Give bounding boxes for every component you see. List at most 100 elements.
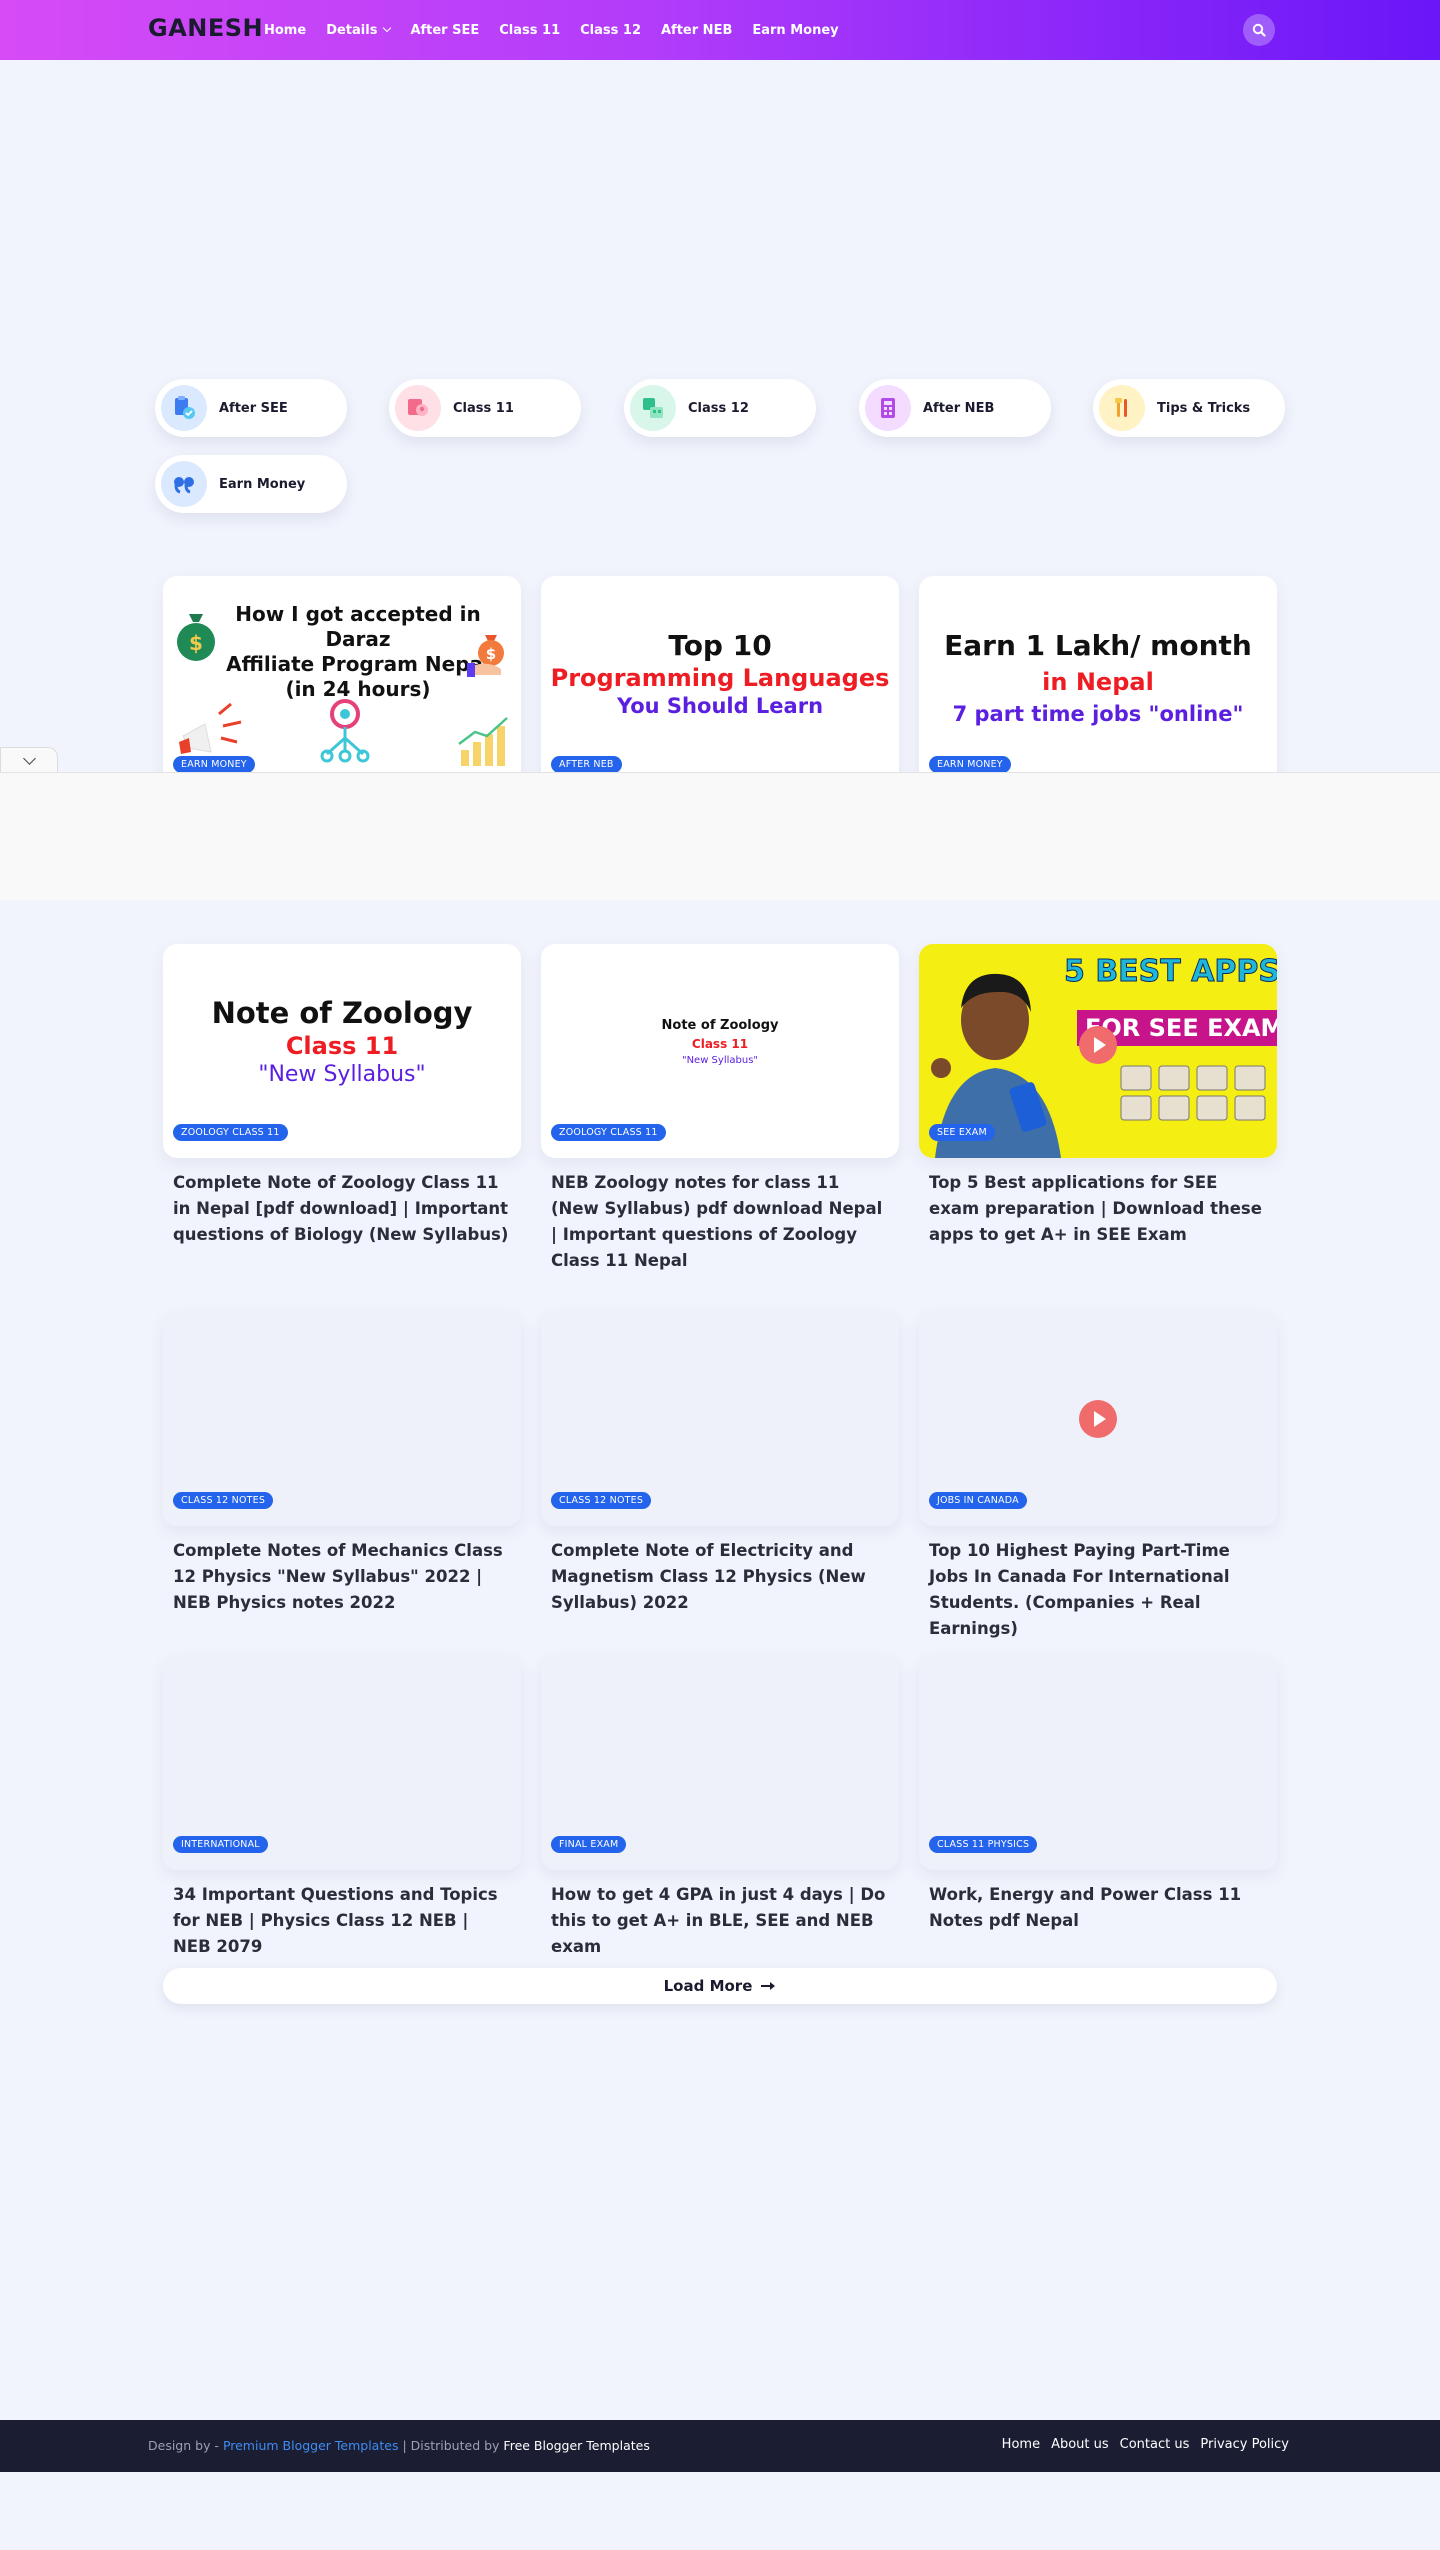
- thumb-line: Class 11: [285, 1032, 399, 1060]
- post-thumbnail[interactable]: FINAL EXAM: [541, 1656, 899, 1870]
- category-after-see[interactable]: After SEE: [155, 379, 347, 437]
- ad-collapse-toggle[interactable]: [0, 747, 58, 773]
- map-pin-icon: [395, 385, 441, 431]
- category-earn-money[interactable]: Earn Money: [155, 455, 347, 513]
- arrow-right-icon: [761, 1982, 776, 1990]
- category-tag[interactable]: EARN MONEY: [173, 756, 255, 773]
- svg-text:$: $: [189, 631, 203, 655]
- thumb-line: "New Syllabus": [681, 1055, 759, 1066]
- featured-line: How I got accepted in Daraz: [235, 602, 481, 651]
- premium-templates-link[interactable]: Premium Blogger Templates: [223, 2438, 399, 2453]
- featured-line: Affiliate Program Nepal: [226, 652, 490, 676]
- nav-class-12-label: Class 12: [580, 22, 641, 38]
- post-thumbnail[interactable]: Note of Zoology Class 11 "New Syllabus" …: [163, 944, 521, 1158]
- nav-class-11[interactable]: Class 11: [499, 23, 560, 38]
- ad-banner-area: [0, 772, 1440, 900]
- site-logo[interactable]: GANESH: [148, 14, 263, 42]
- post-title[interactable]: Complete Note of Zoology Class 11 in Nep…: [163, 1170, 521, 1248]
- money-hand-icon: $: [467, 635, 504, 677]
- growth-chart-icon: [458, 717, 508, 766]
- footer-credits: Design by - Premium Blogger Templates | …: [148, 2438, 650, 2453]
- free-templates-link[interactable]: Free Blogger Templates: [503, 2438, 649, 2453]
- distributed-by-text: | Distributed by: [402, 2438, 500, 2453]
- footer-link-home[interactable]: Home: [1002, 2437, 1040, 2452]
- category-tag[interactable]: SEE EXAM: [929, 1124, 995, 1141]
- category-tag[interactable]: EARN MONEY: [929, 756, 1011, 773]
- category-label: After SEE: [219, 400, 288, 416]
- post-title[interactable]: Complete Notes of Mechanics Class 12 Phy…: [163, 1538, 521, 1616]
- category-tag[interactable]: ZOOLOGY CLASS 11: [173, 1124, 288, 1141]
- post-card[interactable]: CLASS 12 NOTES Complete Notes of Mechani…: [163, 1312, 521, 1616]
- footer-link-about[interactable]: About us: [1051, 2437, 1109, 2452]
- post-title[interactable]: How to get 4 GPA in just 4 days | Do thi…: [541, 1882, 899, 1960]
- featured-line: in Nepal: [1042, 668, 1154, 696]
- category-after-neb[interactable]: After NEB: [859, 379, 1051, 437]
- load-more-button[interactable]: Load More: [163, 1968, 1277, 2004]
- post-thumbnail[interactable]: Note of Zoology Class 11 "New Syllabus" …: [541, 944, 899, 1158]
- featured-card-daraz[interactable]: How I got accepted in Daraz Affiliate Pr…: [163, 576, 521, 790]
- category-tag[interactable]: CLASS 12 NOTES: [551, 1492, 652, 1509]
- thumb-line: Note of Zoology: [661, 1018, 779, 1033]
- nav-after-neb-label: After NEB: [661, 22, 733, 38]
- post-thumbnail[interactable]: JOBS IN CANADA: [919, 1312, 1277, 1526]
- post-card[interactable]: CLASS 12 NOTES Complete Note of Electric…: [541, 1312, 899, 1616]
- search-icon: [1252, 23, 1266, 37]
- featured-card-earn-lakh[interactable]: Earn 1 Lakh/ month in Nepal 7 part time …: [919, 576, 1277, 790]
- play-button[interactable]: [1079, 1026, 1117, 1064]
- category-label: After NEB: [923, 400, 995, 416]
- post-thumbnail[interactable]: CLASS 12 NOTES: [163, 1312, 521, 1526]
- category-label: Tips & Tricks: [1157, 400, 1251, 416]
- category-tips-tricks[interactable]: Tips & Tricks: [1093, 379, 1285, 437]
- thumb-line: Note of Zoology: [211, 996, 473, 1030]
- post-title[interactable]: Work, Energy and Power Class 11 Notes pd…: [919, 1882, 1277, 1934]
- thumb-line: "New Syllabus": [258, 1062, 426, 1087]
- post-title[interactable]: Top 10 Highest Paying Part-Time Jobs In …: [919, 1538, 1277, 1642]
- post-card[interactable]: FINAL EXAM How to get 4 GPA in just 4 da…: [541, 1656, 899, 1960]
- post-card[interactable]: INTERNATIONAL 34 Important Questions and…: [163, 1656, 521, 1960]
- quote-icon: [161, 461, 207, 507]
- featured-card-programming[interactable]: Top 10 Programming Languages You Should …: [541, 576, 899, 790]
- post-title[interactable]: Complete Note of Electricity and Magneti…: [541, 1538, 899, 1616]
- svg-text:$: $: [486, 645, 496, 663]
- calculator-icon: [865, 385, 911, 431]
- nav-home[interactable]: Home: [264, 23, 306, 38]
- category-label: Earn Money: [219, 476, 306, 492]
- post-thumbnail[interactable]: CLASS 12 NOTES: [541, 1312, 899, 1526]
- category-class-11[interactable]: Class 11: [389, 379, 581, 437]
- post-card[interactable]: Note of Zoology Class 11 "New Syllabus" …: [541, 944, 899, 1274]
- category-tag[interactable]: JOBS IN CANADA: [929, 1492, 1027, 1509]
- category-tag[interactable]: CLASS 11 PHYSICS: [929, 1836, 1038, 1853]
- category-tag[interactable]: INTERNATIONAL: [173, 1836, 268, 1853]
- featured-line: Top 10: [668, 629, 772, 662]
- nav-after-neb[interactable]: After NEB: [661, 23, 732, 38]
- post-title[interactable]: Top 5 Best applications for SEE exam pre…: [919, 1170, 1277, 1248]
- nav-after-see[interactable]: After SEE: [410, 23, 479, 38]
- nav-earn-money[interactable]: Earn Money: [752, 23, 838, 38]
- nav-home-label: Home: [264, 22, 307, 38]
- category-tag[interactable]: ZOOLOGY CLASS 11: [551, 1124, 666, 1141]
- post-thumbnail[interactable]: INTERNATIONAL: [163, 1656, 521, 1870]
- post-title[interactable]: 34 Important Questions and Topics for NE…: [163, 1882, 521, 1960]
- post-card[interactable]: CLASS 11 PHYSICS Work, Energy and Power …: [919, 1656, 1277, 1934]
- play-icon: [1094, 1411, 1106, 1427]
- nav-class-12[interactable]: Class 12: [580, 23, 641, 38]
- category-tag[interactable]: AFTER NEB: [551, 756, 622, 773]
- post-thumbnail[interactable]: 5 BEST APPS FOR SEE EXAM SEE EXAM: [919, 944, 1277, 1158]
- category-tag[interactable]: FINAL EXAM: [551, 1836, 627, 1853]
- play-icon: [1094, 1037, 1106, 1053]
- post-thumbnail[interactable]: CLASS 11 PHYSICS: [919, 1656, 1277, 1870]
- search-button[interactable]: [1243, 14, 1275, 46]
- chevron-down-icon: [383, 23, 392, 33]
- footer-link-contact[interactable]: Contact us: [1120, 2437, 1190, 2452]
- post-card[interactable]: Note of Zoology Class 11 "New Syllabus" …: [163, 944, 521, 1248]
- play-button[interactable]: [1079, 1400, 1117, 1438]
- post-title[interactable]: NEB Zoology notes for class 11 (New Syll…: [541, 1170, 899, 1274]
- category-tag[interactable]: CLASS 12 NOTES: [173, 1492, 274, 1509]
- post-card[interactable]: JOBS IN CANADA Top 10 Highest Paying Par…: [919, 1312, 1277, 1642]
- footer-links: Home About us Contact us Privacy Policy: [1002, 2437, 1289, 2452]
- post-card[interactable]: 5 BEST APPS FOR SEE EXAM SEE EXAM Top 5 …: [919, 944, 1277, 1248]
- featured-line: Programming Languages: [550, 664, 890, 692]
- nav-details-dropdown[interactable]: Details: [326, 23, 392, 38]
- category-class-12[interactable]: Class 12: [624, 379, 816, 437]
- footer-link-privacy[interactable]: Privacy Policy: [1200, 2437, 1289, 2452]
